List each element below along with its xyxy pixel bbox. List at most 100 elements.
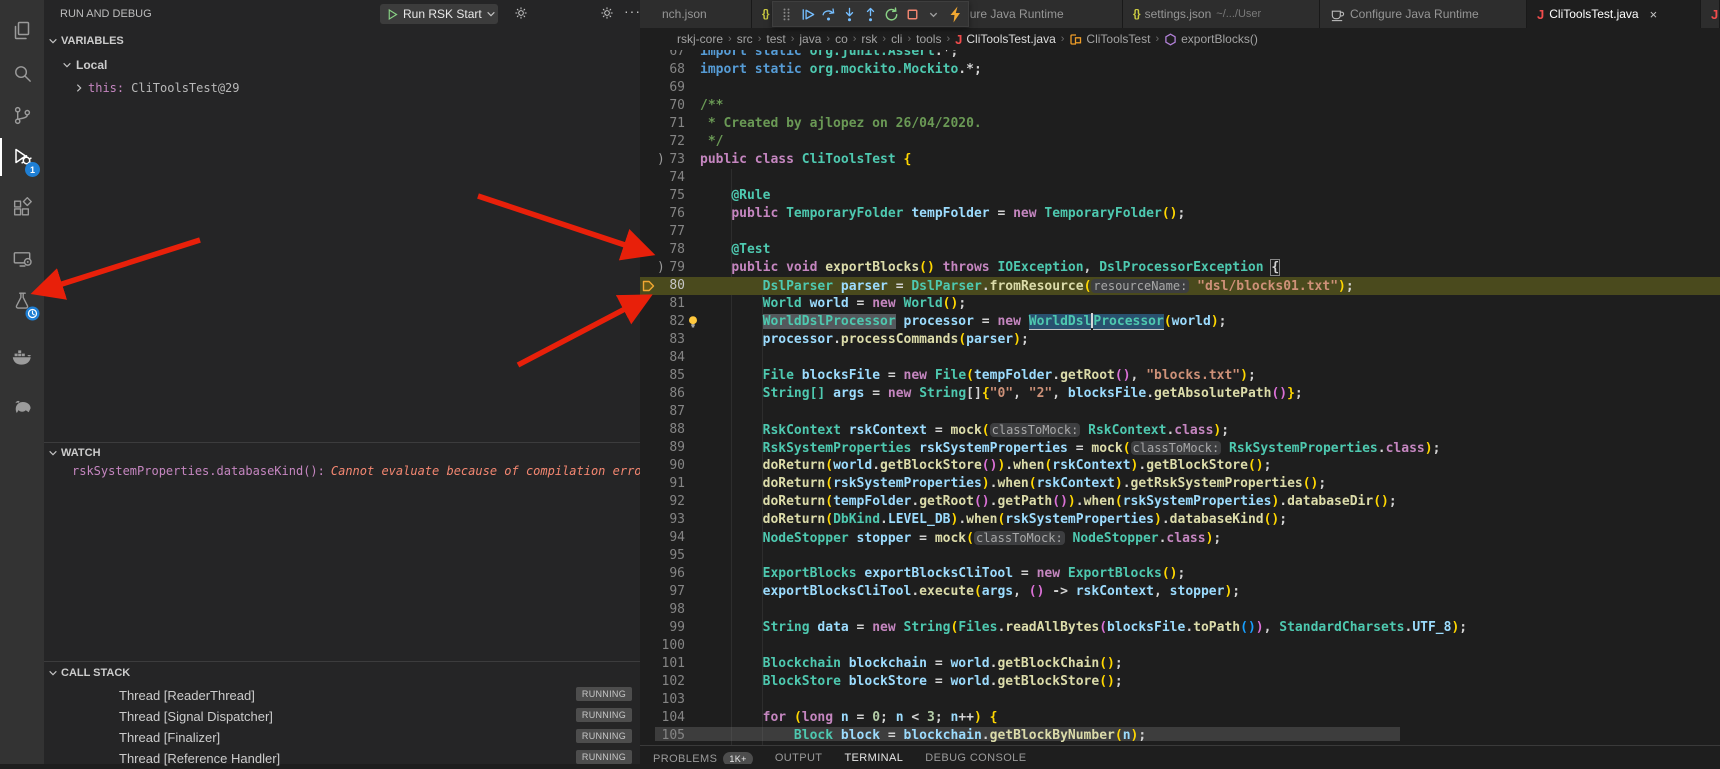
code-line-78[interactable]: 78 @Test (640, 241, 1720, 259)
activity-bar-run-and-debug[interactable]: 1 (0, 140, 44, 174)
code-line-71[interactable]: 71 * Created by ajlopez on 26/04/2020. (640, 115, 1720, 133)
more-actions-icon[interactable]: ··· (624, 3, 641, 19)
code-line-94[interactable]: 94 NodeStopper stopper = mock(classToMoc… (640, 529, 1720, 547)
close-icon[interactable]: × (1650, 7, 1658, 22)
debug-current-step-icon[interactable] (642, 279, 655, 293)
line-number[interactable]: 78 (640, 241, 685, 259)
tab-settings.json[interactable]: {}settings.json~/.../User (1123, 0, 1320, 28)
line-number[interactable]: 96 (640, 565, 685, 583)
line-number[interactable]: 83 (640, 331, 685, 349)
code-line-75[interactable]: 75 @Rule (640, 187, 1720, 205)
line-number[interactable]: 86 (640, 385, 685, 403)
code-line-92[interactable]: 92 doReturn(tempFolder.getRoot().getPath… (640, 493, 1720, 511)
code-line-84[interactable]: 84 (640, 349, 1720, 367)
line-number[interactable]: 100 (640, 637, 685, 655)
code-line-96[interactable]: 96 ExportBlocks exportBlocksCliTool = ne… (640, 565, 1720, 583)
line-number[interactable]: 77 (640, 223, 685, 241)
line-number[interactable]: 85 (640, 367, 685, 385)
line-number[interactable]: 87 (640, 403, 685, 421)
line-number[interactable]: 97 (640, 583, 685, 601)
code-line-98[interactable]: 98 (640, 601, 1720, 619)
variable-this-row[interactable]: this: CliToolsTest@29 (44, 78, 640, 98)
code-line-97[interactable]: 97 exportBlocksCliTool.execute(args, () … (640, 583, 1720, 601)
breadcrumb-item[interactable]: java (799, 32, 821, 46)
step-over-button[interactable] (818, 3, 839, 25)
code-line-103[interactable]: 103 (640, 691, 1720, 709)
watch-section-header[interactable]: WATCH (44, 444, 640, 462)
panel-tab-debug-console[interactable]: DEBUG CONSOLE (925, 752, 1026, 764)
line-number[interactable]: 84 (640, 349, 685, 367)
code-line-88[interactable]: 88 RskContext rskContext = mock(classToM… (640, 421, 1720, 439)
line-number[interactable]: 82 (640, 313, 685, 331)
line-number[interactable]: 69 (640, 79, 685, 97)
line-number[interactable]: 76 (640, 205, 685, 223)
line-number[interactable]: 101 (640, 655, 685, 673)
code-editor[interactable]: 67import static org.junit.Assert.*;68imp… (640, 50, 1720, 745)
activity-bar-gradle[interactable] (0, 389, 44, 423)
watch-expression-row[interactable]: rskSystemProperties.databaseKind(): Cann… (44, 461, 640, 481)
call-stack-thread[interactable]: Thread [Finalizer]RUNNING (44, 727, 640, 748)
code-line-73[interactable]: 73)public class CliToolsTest { (640, 151, 1720, 169)
code-line-72[interactable]: 72 */ (640, 133, 1720, 151)
tab-java-file[interactable]: J (1701, 0, 1720, 28)
code-line-104[interactable]: 104 for (long n = 0; n < 3; n++) { (640, 709, 1720, 727)
breadcrumb-item[interactable]: rskj-core (677, 32, 723, 46)
line-number[interactable]: 99 (640, 619, 685, 637)
code-line-70[interactable]: 70/** (640, 97, 1720, 115)
activity-bar-remote-explorer[interactable] (0, 242, 44, 276)
tab-clitoolstest.java[interactable]: JCliToolsTest.java× (1527, 0, 1701, 28)
tab-nch.json[interactable]: nch.json (640, 0, 752, 28)
code-line-87[interactable]: 87 (640, 403, 1720, 421)
line-number[interactable]: 102 (640, 673, 685, 691)
code-line-79[interactable]: 79) public void exportBlocks() throws IO… (640, 259, 1720, 277)
code-line-68[interactable]: 68import static org.mockito.Mockito.*; (640, 61, 1720, 79)
breadcrumb-item[interactable]: tools (916, 32, 941, 46)
code-line-76[interactable]: 76 public TemporaryFolder tempFolder = n… (640, 205, 1720, 223)
breadcrumb-item[interactable]: co (835, 32, 848, 46)
code-line-81[interactable]: 81 World world = new World(); (640, 295, 1720, 313)
code-line-91[interactable]: 91 doReturn(rskSystemProperties).when(rs… (640, 475, 1720, 493)
code-line-99[interactable]: 99 String data = new String(Files.readAl… (640, 619, 1720, 637)
line-number[interactable]: 75 (640, 187, 685, 205)
restart-button[interactable] (881, 3, 902, 25)
line-number[interactable]: 104 (640, 709, 685, 727)
line-number[interactable]: 68 (640, 61, 685, 79)
activity-bar-explorer[interactable] (0, 14, 44, 48)
launch-config-gear-icon[interactable] (600, 6, 614, 20)
line-number[interactable]: 103 (640, 691, 685, 709)
line-number[interactable]: 67 (640, 50, 685, 61)
gear-icon[interactable] (514, 6, 528, 20)
stop-button[interactable] (902, 3, 923, 25)
breadcrumb-item[interactable]: JCliToolsTest.java (955, 32, 1056, 47)
line-number[interactable]: 98 (640, 601, 685, 619)
line-number[interactable]: 94 (640, 529, 685, 547)
call-stack-thread[interactable]: Thread [Reference Handler]RUNNING (44, 748, 640, 769)
breadcrumb-item[interactable]: exportBlocks() (1164, 32, 1258, 46)
stop-menu-button[interactable] (923, 3, 944, 25)
code-line-90[interactable]: 90 doReturn(world.getBlockStore()).when(… (640, 457, 1720, 475)
activity-bar-search[interactable] (0, 56, 44, 90)
line-number[interactable]: 90 (640, 457, 685, 475)
code-line-100[interactable]: 100 (640, 637, 1720, 655)
code-line-67[interactable]: 67import static org.junit.Assert.*; (640, 50, 1720, 61)
variables-section-header[interactable]: VARIABLES (44, 32, 640, 50)
call-stack-thread[interactable]: Thread [ReaderThread]RUNNING (44, 685, 640, 706)
line-number[interactable]: 105 (640, 727, 685, 745)
line-number[interactable]: 89 (640, 439, 685, 457)
panel-tab-problems[interactable]: PROBLEMS1K+ (653, 752, 753, 764)
line-number[interactable]: 71 (640, 115, 685, 133)
activity-bar-source-control[interactable] (0, 98, 44, 132)
hot-code-replace-button[interactable] (944, 3, 965, 25)
step-into-button[interactable] (839, 3, 860, 25)
continue-button[interactable] (797, 3, 818, 25)
variables-scope-local[interactable]: Local (44, 55, 640, 75)
fold-icon[interactable]: ) (657, 151, 665, 169)
code-line-86[interactable]: 86 String[] args = new String[]{"0", "2"… (640, 385, 1720, 403)
code-line-85[interactable]: 85 File blocksFile = new File(tempFolder… (640, 367, 1720, 385)
lightbulb-icon[interactable] (687, 315, 699, 329)
step-out-button[interactable] (860, 3, 881, 25)
code-line-69[interactable]: 69 (640, 79, 1720, 97)
code-line-105[interactable]: 105 Block block = blockchain.getBlockByN… (640, 727, 1720, 745)
fold-icon[interactable]: ) (657, 259, 665, 277)
code-line-80[interactable]: 80 DslParser parser = DslParser.fromReso… (640, 277, 1720, 295)
